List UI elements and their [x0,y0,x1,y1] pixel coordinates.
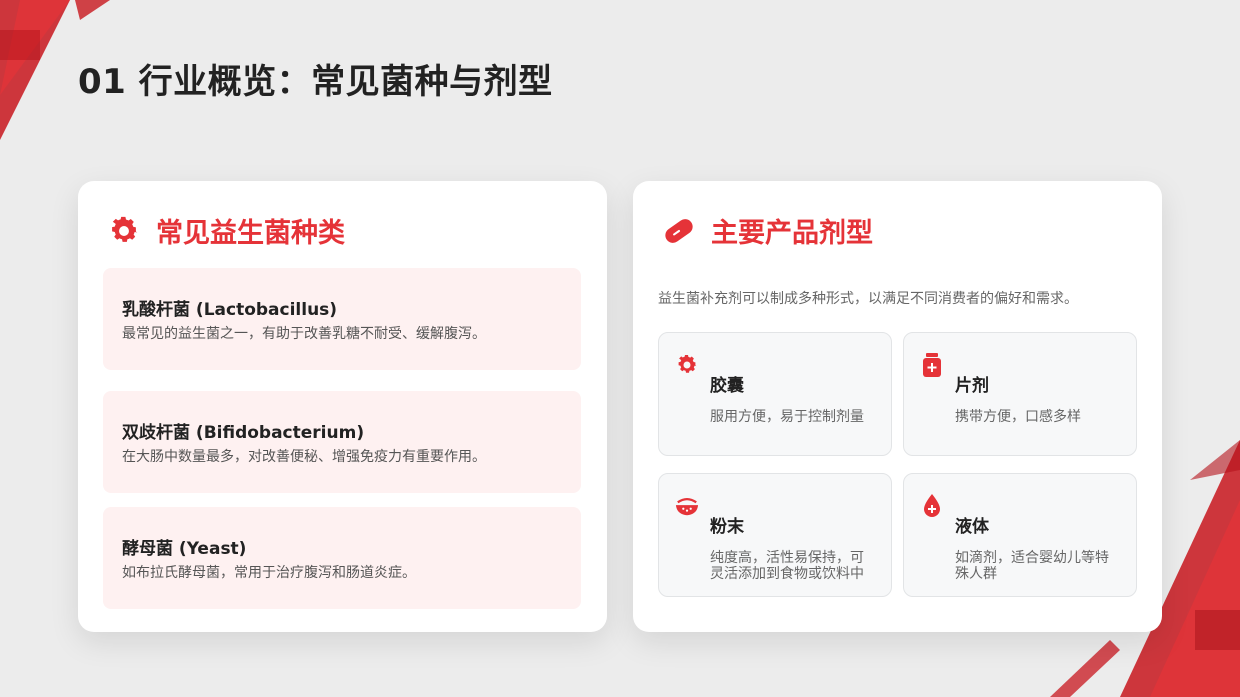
form-desc: 服用方便，易于控制剂量 [710,409,864,425]
gear-icon [106,213,142,249]
form-item-capsule: 胶囊 服用方便，易于控制剂量 [658,332,892,456]
pill-icon [661,213,697,249]
form-name: 粉末 [710,517,744,537]
bacteria-desc: 在大肠中数量最多，对改善便秘、增强免疫力有重要作用。 [122,449,486,465]
bowl-icon [675,494,699,518]
page-title: 01 行业概览：常见菌种与剂型 [78,62,553,102]
medicine-bottle-icon [920,353,944,377]
form-name: 胶囊 [710,376,744,396]
list-item: 双歧杆菌 (Bifidobacterium) 在大肠中数量最多，对改善便秘、增强… [103,391,581,493]
card-header: 主要产品剂型 [661,211,873,250]
form-desc: 携带方便，口感多样 [955,409,1081,425]
intro-text: 益生菌补充剂可以制成多种形式，以满足不同消费者的偏好和需求。 [658,291,1078,307]
list-item: 乳酸杆菌 (Lactobacillus) 最常见的益生菌之一，有助于改善乳糖不耐… [103,268,581,370]
gear-icon [675,353,699,377]
bacteria-types-card: 常见益生菌种类 乳酸杆菌 (Lactobacillus) 最常见的益生菌之一，有… [78,181,607,632]
form-desc: 纯度高，活性易保持，可灵活添加到食物或饮料中 [710,550,864,582]
bacteria-name: 酵母菌 (Yeast) [122,539,247,559]
list-item: 酵母菌 (Yeast) 如布拉氏酵母菌，常用于治疗腹泻和肠道炎症。 [103,507,581,609]
form-item-liquid: 液体 如滴剂，适合婴幼儿等特殊人群 [903,473,1137,597]
bacteria-desc: 最常见的益生菌之一，有助于改善乳糖不耐受、缓解腹泻。 [122,326,486,342]
card-header: 常见益生菌种类 [106,211,345,250]
form-desc: 如滴剂，适合婴幼儿等特殊人群 [955,550,1109,582]
form-item-tablet: 片剂 携带方便，口感多样 [903,332,1137,456]
bacteria-desc: 如布拉氏酵母菌，常用于治疗腹泻和肠道炎症。 [122,565,416,581]
product-forms-card: 主要产品剂型 益生菌补充剂可以制成多种形式，以满足不同消费者的偏好和需求。 胶囊… [633,181,1162,632]
bacteria-name: 双歧杆菌 (Bifidobacterium) [122,423,365,443]
bacteria-name: 乳酸杆菌 (Lactobacillus) [122,300,338,320]
slide: 01 行业概览：常见菌种与剂型 常见益生菌种类 乳酸杆菌 (Lactobacil… [0,0,1240,697]
card-title: 常见益生菌种类 [156,218,345,249]
card-title: 主要产品剂型 [711,218,873,249]
form-name: 液体 [955,517,989,537]
form-name: 片剂 [955,376,989,396]
form-item-powder: 粉末 纯度高，活性易保持，可灵活添加到食物或饮料中 [658,473,892,597]
droplet-icon [920,494,944,518]
